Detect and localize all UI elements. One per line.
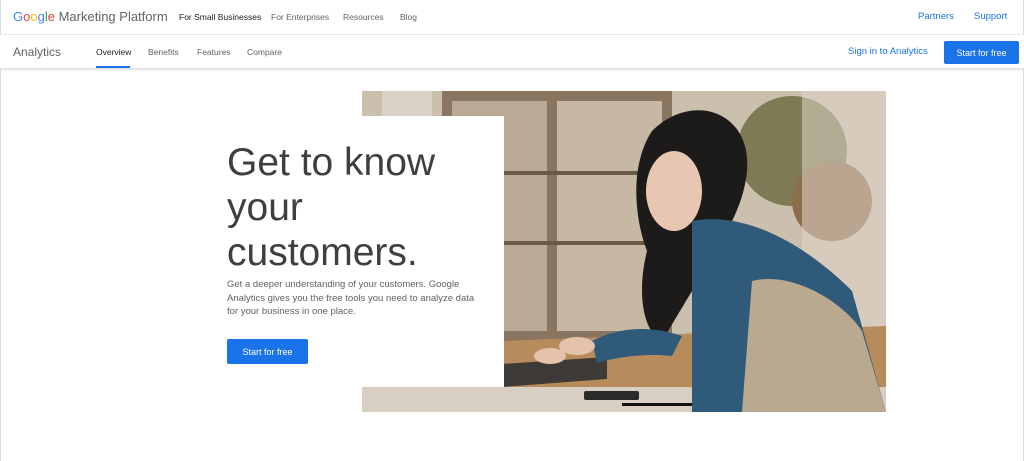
page-left-edge [0,0,1,461]
logo-letter: G [13,9,24,24]
platform-name: Marketing Platform [58,9,168,24]
product-name[interactable]: Analytics [13,45,61,59]
top-nav-for-small-businesses[interactable]: For Small Businesses [179,12,261,22]
google-marketing-platform-logo[interactable]: Google Marketing Platform [13,9,168,24]
top-nav-blog[interactable]: Blog [400,12,417,22]
top-nav-resources[interactable]: Resources [343,12,384,22]
tab-features[interactable]: Features [197,47,231,57]
logo-letter: e [47,9,55,24]
hero-description: Get a deeper understanding of your custo… [227,279,475,317]
start-for-free-header-button[interactable]: Start for free [944,41,1019,64]
hero-heading-line: customers. [227,231,418,274]
active-tab-indicator [96,66,130,68]
product-header: Analytics Overview Benefits Features Com… [0,35,1024,69]
logo-letter: g [37,9,45,24]
hero-heading-line: Get to know [227,141,436,184]
global-header: Google Marketing Platform For Small Busi… [0,0,1024,35]
hero-heading-line: your [227,186,303,229]
logo-letter: o [30,9,38,24]
start-for-free-hero-button[interactable]: Start for free [227,339,308,364]
partners-link[interactable]: Partners [918,11,954,22]
tab-compare[interactable]: Compare [247,47,282,57]
top-nav-for-enterprises[interactable]: For Enterprises [271,12,329,22]
support-link[interactable]: Support [974,11,1007,22]
hero-heading: Get to know your customers. [227,140,497,275]
tab-overview[interactable]: Overview [96,47,131,57]
tab-benefits[interactable]: Benefits [148,47,179,57]
sign-in-link[interactable]: Sign in to Analytics [848,46,928,57]
